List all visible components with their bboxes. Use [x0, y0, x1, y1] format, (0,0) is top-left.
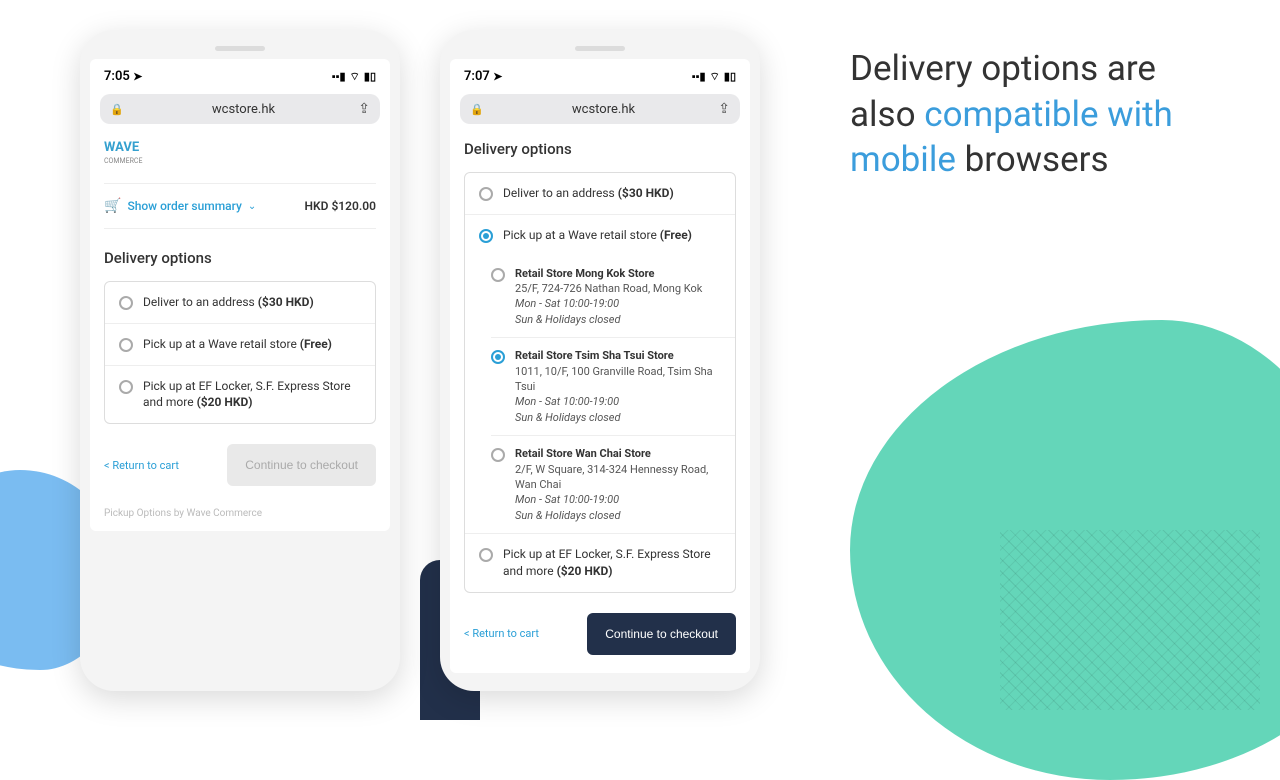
- section-title: Delivery options: [464, 140, 736, 158]
- summary-label: Show order summary: [127, 199, 241, 213]
- share-icon[interactable]: ⇪: [718, 101, 730, 117]
- signal-icon: ▪▪▮: [692, 70, 706, 83]
- radio-icon: [119, 380, 133, 394]
- browser-address-bar[interactable]: 🔒 wcstore.hk ⇪: [100, 94, 380, 124]
- radio-icon: [491, 448, 505, 462]
- signal-icon: ▪▪▮: [332, 70, 346, 83]
- radio-icon: [479, 548, 493, 562]
- store-list: Retail Store Mong Kok Store 25/F, 724-72…: [465, 256, 735, 533]
- wifi-icon: ⌔: [710, 70, 720, 84]
- radio-icon: [479, 187, 493, 201]
- delivery-options-group: Deliver to an address ($30 HKD) Pick up …: [104, 281, 376, 424]
- store-wan-chai[interactable]: Retail Store Wan Chai Store 2/F, W Squar…: [491, 436, 735, 533]
- delivery-options-group: Deliver to an address ($30 HKD) Pick up …: [464, 172, 736, 593]
- store-mong-kok[interactable]: Retail Store Mong Kok Store 25/F, 724-72…: [491, 256, 735, 339]
- brand-logo-subtitle: COMMERCE: [104, 157, 376, 165]
- radio-icon: [479, 229, 493, 243]
- status-time: 7:07: [464, 69, 490, 84]
- location-icon: ➤: [133, 70, 142, 83]
- status-bar: 7:07 ➤ ▪▪▮ ⌔ ▮▯: [450, 59, 750, 90]
- section-title: Delivery options: [104, 249, 376, 267]
- return-to-cart-link[interactable]: < Return to cart: [104, 459, 179, 472]
- cart-icon: 🛒: [104, 198, 121, 214]
- option-deliver-address[interactable]: Deliver to an address ($30 HKD): [105, 282, 375, 324]
- option-deliver-address[interactable]: Deliver to an address ($30 HKD): [465, 173, 735, 215]
- phone-speaker: [215, 46, 265, 51]
- share-icon[interactable]: ⇪: [358, 101, 370, 117]
- decorative-dots: [1000, 530, 1260, 710]
- status-bar: 7:05 ➤ ▪▪▮ ⌔ ▮▯: [90, 59, 390, 90]
- lock-icon: 🔒: [110, 103, 124, 116]
- radio-icon: [119, 338, 133, 352]
- option-ef-locker[interactable]: Pick up at EF Locker, S.F. Express Store…: [105, 366, 375, 424]
- headline-part2: browsers: [956, 139, 1109, 180]
- url-text: wcstore.hk: [489, 102, 719, 117]
- radio-icon: [491, 268, 505, 282]
- order-summary-toggle[interactable]: 🛒 Show order summary ⌄ HKD $120.00: [104, 183, 376, 229]
- headline: Delivery options are also compatible wit…: [850, 46, 1220, 183]
- phone-speaker: [575, 46, 625, 51]
- option-pickup-wave[interactable]: Pick up at a Wave retail store (Free): [465, 215, 735, 256]
- order-total: HKD $120.00: [305, 199, 376, 213]
- status-time: 7:05: [104, 69, 130, 84]
- option-ef-locker[interactable]: Pick up at EF Locker, S.F. Express Store…: [465, 533, 735, 592]
- url-text: wcstore.hk: [129, 102, 359, 117]
- wifi-icon: ⌔: [350, 70, 360, 84]
- battery-icon: ▮▯: [364, 70, 376, 83]
- radio-icon: [491, 350, 505, 364]
- brand-logo: WAVE: [104, 140, 376, 155]
- phone-mockup-1: 7:05 ➤ ▪▪▮ ⌔ ▮▯ 🔒 wcstore.hk ⇪ WAVE COMM…: [80, 30, 400, 691]
- footnote: Pickup Options by Wave Commerce: [104, 508, 376, 519]
- option-pickup-wave[interactable]: Pick up at a Wave retail store (Free): [105, 324, 375, 366]
- radio-icon: [119, 296, 133, 310]
- phone-mockup-2: 7:07 ➤ ▪▪▮ ⌔ ▮▯ 🔒 wcstore.hk ⇪ Delivery …: [440, 30, 760, 691]
- continue-checkout-button[interactable]: Continue to checkout: [227, 444, 376, 486]
- store-tsim-sha-tsui[interactable]: Retail Store Tsim Sha Tsui Store 1011, 1…: [491, 338, 735, 436]
- battery-icon: ▮▯: [724, 70, 736, 83]
- location-icon: ➤: [493, 70, 502, 83]
- browser-address-bar[interactable]: 🔒 wcstore.hk ⇪: [460, 94, 740, 124]
- return-to-cart-link[interactable]: < Return to cart: [464, 627, 539, 640]
- lock-icon: 🔒: [470, 103, 484, 116]
- continue-checkout-button[interactable]: Continue to checkout: [587, 613, 736, 655]
- chevron-down-icon: ⌄: [248, 201, 256, 212]
